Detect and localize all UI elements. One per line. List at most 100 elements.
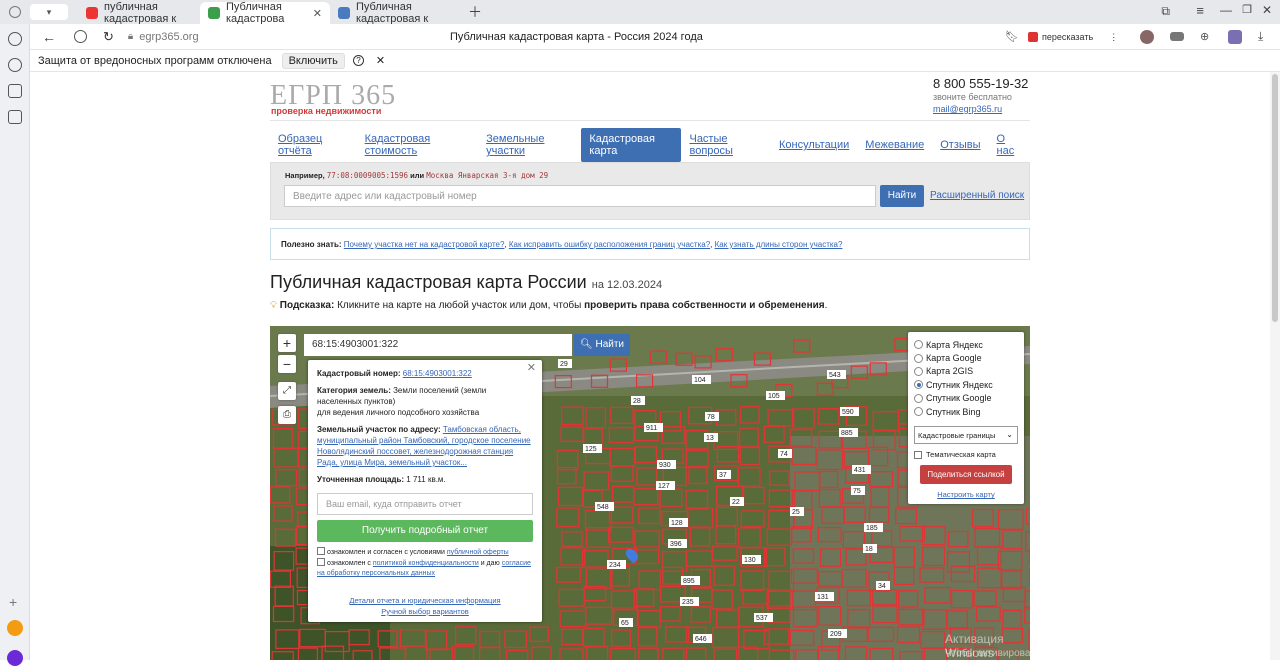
phone-number[interactable]: 8 800 555-19-32 [933,76,1028,91]
get-report-button[interactable]: Получить подробный отчет [317,520,533,542]
privacy-link[interactable]: политикой конфиденциальности [373,560,479,567]
layer-option[interactable]: Карта 2GIS [914,365,1018,378]
useful-link-fix-boundaries[interactable]: Как исправить ошибку расположения границ… [509,240,710,249]
nav-cadastral-value[interactable]: Кадастровая стоимость [357,128,479,162]
svg-text:235: 235 [682,599,694,606]
search-input[interactable]: Введите адрес или кадастровый номер [284,185,876,207]
play-icon[interactable] [8,58,22,72]
extension-icon[interactable] [1228,30,1242,44]
url-text[interactable]: egrp365.org [139,31,198,43]
main-nav: Образец отчёта Кадастровая стоимость Зем… [270,128,1030,162]
add-panel-icon[interactable]: + [9,594,17,610]
parcel-boundary[interactable] [1030,548,1031,563]
map-search-input[interactable]: 68:15:4903001:322 [304,334,572,356]
maximize-icon[interactable]: ❐ [1242,3,1252,16]
configure-map-link[interactable]: Настроить карту [914,490,1018,499]
parcel-number-label: 537 [754,613,773,622]
search-icon: 🔍︎ [580,339,593,350]
translate-button[interactable]: пересказать⋮ [1028,28,1118,46]
layer-radio[interactable] [914,367,923,376]
layer-radio[interactable] [914,340,923,349]
tab-3[interactable]: Публичная кадастровая к [330,2,460,24]
offer-link[interactable]: публичной оферты [447,549,509,556]
layer-option[interactable]: Спутник Яндекс [914,378,1018,391]
reload-icon[interactable]: ↻ [103,29,114,45]
svg-text:396: 396 [670,541,682,548]
tabs-icon[interactable]: ⧉ [1161,4,1170,19]
back-icon[interactable]: ← [42,29,56,45]
tab-1[interactable]: публичная кадастровая к [78,2,200,24]
extension-icon[interactable]: ⊕ [1200,30,1209,43]
thematic-checkbox[interactable] [914,451,922,459]
layer-option[interactable]: Спутник Bing [914,405,1018,418]
details-link[interactable]: Детали отчета и юридическая информация [349,596,500,605]
nav-reviews[interactable]: Отзывы [932,134,988,156]
nav-sample-report[interactable]: Образец отчёта [270,128,357,162]
cadastral-map[interactable]: 2928133725183465104787475185234235646105… [270,326,1030,660]
layer-option[interactable]: Карта Яндекс [914,338,1018,351]
advanced-search-link[interactable]: Расширенный поиск [930,190,1024,201]
useful-link-side-lengths[interactable]: Как узнать длины сторон участка? [715,240,843,249]
manual-select-link[interactable]: Ручной выбор вариантов [381,607,469,616]
screenshot-icon[interactable] [8,110,22,124]
nav-faq[interactable]: Частые вопросы [681,128,771,162]
fullscreen-icon[interactable]: ⤢ [278,382,296,400]
useful-link-missing-plot[interactable]: Почему участка нет на кадастровой карте? [344,240,505,249]
zoom-in-button[interactable]: + [278,334,296,352]
help-icon[interactable]: ? [353,55,364,66]
profile-icon[interactable] [7,650,23,666]
svg-text:34: 34 [878,583,886,590]
tab-2-active[interactable]: Публичная кадастрова✕ [200,2,330,24]
tab-title: Публичная кадастровая к [356,1,452,25]
extension-icon[interactable] [1170,32,1184,41]
overlay-select[interactable]: Кадастровые границы⌄ [914,426,1018,444]
zoom-out-button[interactable]: − [278,355,296,373]
layer-option[interactable]: Карта Google [914,351,1018,364]
layer-radio[interactable] [914,407,923,416]
alice-icon[interactable] [7,620,23,636]
search-button[interactable]: Найти [880,185,924,207]
layer-radio[interactable] [914,354,923,363]
layer-radio[interactable] [914,394,923,403]
address-label: Земельный участок по адресу: [317,425,441,434]
close-window-icon[interactable]: ✕ [1262,3,1272,17]
parcel-number-label: 75 [851,486,865,495]
bookmark-icon[interactable]: 🔖︎ [1005,30,1019,43]
browser-menu-icon[interactable] [0,0,30,24]
new-tab-icon[interactable]: ＋ [468,2,482,22]
lock-icon[interactable]: 🔒︎ [128,31,133,42]
email-link[interactable]: mail@egrp365.ru [933,104,1002,114]
downloads-icon[interactable]: ⤓ [1258,29,1263,44]
parcel-number-label: 104 [692,375,711,384]
collections-icon[interactable] [8,84,22,98]
nav-surveying[interactable]: Межевание [857,134,932,156]
email-input[interactable]: Ваш email, куда отправить отчет [317,493,533,515]
minimize-icon[interactable]: — [1220,3,1232,17]
share-link-button[interactable]: Поделиться ссылкой [920,465,1012,484]
parcel-number-label: 930 [657,460,676,469]
menu-icon[interactable]: ≡ [1196,3,1204,18]
nav-consultations[interactable]: Консультации [771,134,857,156]
enable-protection-button[interactable]: Включить [282,53,345,69]
history-icon[interactable] [8,32,22,46]
scrollbar-thumb[interactable] [1272,74,1278,322]
map-search-button[interactable]: 🔍︎ Найти [574,334,630,356]
close-popup-icon[interactable]: ✕ [527,363,536,374]
layer-radio[interactable] [914,380,923,389]
tab-group-button[interactable]: ▾ [30,4,68,20]
layer-option[interactable]: Спутник Google [914,392,1018,405]
print-icon[interactable]: ⎙ [278,406,296,424]
yandex-icon[interactable] [74,30,87,43]
nav-cadastral-map[interactable]: Кадастровая карта [581,128,681,162]
close-tab-icon[interactable]: ✕ [313,7,322,20]
cad-number-link[interactable]: 68:15:4903001:322 [403,369,472,378]
nav-about[interactable]: О нас [989,128,1031,162]
agree-offer-checkbox[interactable] [317,547,325,555]
agree-privacy-checkbox[interactable] [317,558,325,566]
thematic-row[interactable]: Тематическая карта [914,450,1018,459]
more-icon[interactable]: ⋮ [1109,32,1118,43]
close-notice-icon[interactable]: ✕ [376,54,385,67]
extension-icon[interactable] [1140,30,1154,44]
svg-text:646: 646 [695,636,707,643]
nav-land-plots[interactable]: Земельные участки [478,128,581,162]
